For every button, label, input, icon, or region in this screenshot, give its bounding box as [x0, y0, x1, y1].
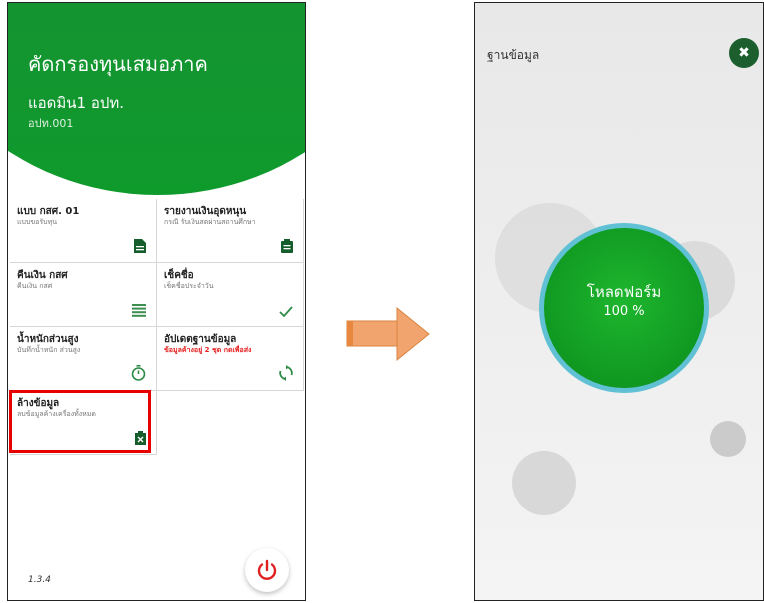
list-icon	[132, 304, 146, 320]
close-button[interactable]: ✖	[729, 38, 759, 68]
close-icon: ✖	[738, 45, 750, 61]
clipboard-icon	[281, 239, 293, 256]
menu-item-title: น้ำหนักส่วนสูง	[17, 334, 79, 345]
menu-item-title: รายงานเงินอุดหนุน	[164, 206, 247, 217]
menu-item-title: อัปเดตฐานข้อมูล	[164, 334, 237, 345]
progress-label: โหลดฟอร์ม	[586, 283, 662, 301]
power-icon	[256, 559, 278, 587]
menu-item-title: คืนเงิน กสศ	[17, 270, 68, 281]
menu-item-subtitle: แบบขอรับทุน	[17, 218, 57, 226]
menu-item-title: เช็คชื่อ	[164, 270, 194, 281]
menu-item-update-database[interactable]: อัปเดตฐานข้อมูล ข้อมูลค้างอยู่ 2 ชุด กดเ…	[157, 327, 304, 391]
app-version: 1.3.4	[28, 575, 51, 585]
left-phone-screen: คัดกรองทุนเสมอภาค แอดมิน1 อปท. อปท.001 แ…	[7, 2, 306, 601]
progress-percent: 100 %	[603, 304, 645, 319]
database-title: ฐานข้อมูล	[487, 48, 540, 62]
menu-item-subtitle: บันทึกน้ำหนัก ส่วนสูง	[17, 346, 81, 354]
menu-item-refund[interactable]: คืนเงิน กสศ คืนเงิน กสศ	[10, 263, 157, 327]
menu-item-subtitle: กรณี รับเงินสดผ่านสถานศึกษา	[164, 218, 256, 226]
progress-circle: โหลดฟอร์ม 100 %	[539, 223, 709, 393]
power-button[interactable]	[245, 548, 289, 592]
user-name: แอดมิน1 อปท.	[28, 94, 125, 112]
menu-item-form01[interactable]: แบบ กสศ. 01 แบบขอรับทุน	[10, 199, 157, 263]
user-code: อปท.001	[28, 117, 74, 130]
menu-item-subtitle: คืนเงิน กสศ	[17, 282, 53, 290]
menu-item-warning-text: ข้อมูลค้างอยู่ 2 ชุด กดเพื่อส่ง	[164, 346, 252, 354]
decor-bubble	[710, 421, 746, 457]
sync-icon	[279, 365, 293, 384]
app-title: คัดกรองทุนเสมอภาค	[28, 52, 208, 76]
highlight-box	[9, 390, 151, 453]
document-icon	[134, 239, 146, 256]
decor-bubble	[512, 451, 576, 515]
menu-item-attendance[interactable]: เช็คชื่อ เช็คชื่อประจำวัน	[157, 263, 304, 327]
check-icon	[279, 306, 293, 320]
menu-item-weight-height[interactable]: น้ำหนักส่วนสูง บันทึกน้ำหนัก ส่วนสูง	[10, 327, 157, 391]
right-phone-screen: ฐานข้อมูล ✖ โหลดฟอร์ม 100 %	[474, 2, 764, 601]
menu-item-title: แบบ กสศ. 01	[17, 206, 80, 217]
arrow-right-icon	[345, 304, 431, 368]
menu-item-subtitle: เช็คชื่อประจำวัน	[164, 282, 214, 290]
menu-item-subsidy-report[interactable]: รายงานเงินอุดหนุน กรณี รับเงินสดผ่านสถาน…	[157, 199, 304, 263]
timer-icon	[131, 365, 146, 384]
